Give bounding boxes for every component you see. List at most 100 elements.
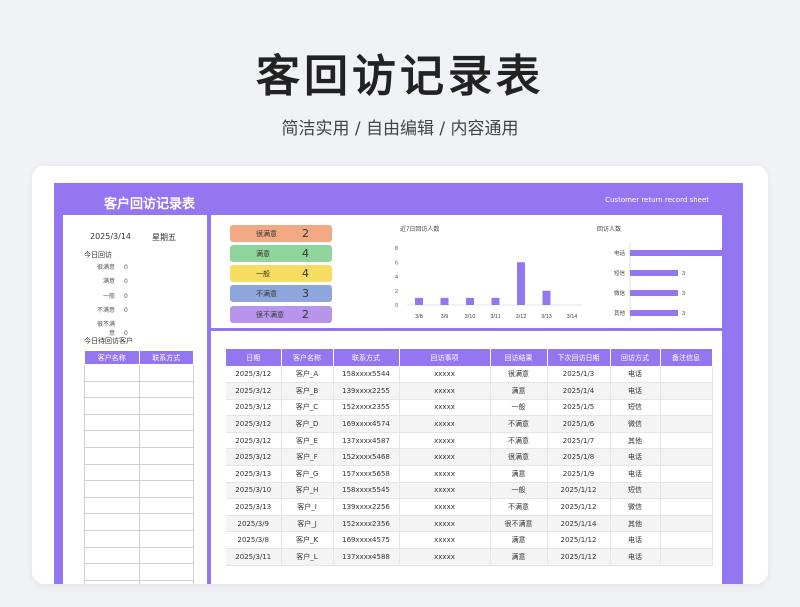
table-cell[interactable] (660, 432, 713, 450)
table-cell[interactable]: 139xxxx2256 (333, 498, 400, 516)
table-cell[interactable]: 2025/3/12 (226, 366, 282, 384)
pending-cell[interactable] (84, 413, 140, 432)
table-cell[interactable]: 客户_H (281, 482, 334, 500)
table-cell[interactable]: 2025/1/9 (547, 465, 611, 483)
table-cell[interactable]: 电话 (610, 465, 661, 483)
pending-cell[interactable] (84, 496, 140, 515)
table-cell[interactable] (660, 415, 713, 433)
table-cell[interactable]: 客户_A (281, 366, 334, 384)
table-cell[interactable]: 2025/1/6 (547, 415, 611, 433)
table-cell[interactable]: xxxxx (399, 448, 491, 467)
pending-row[interactable] (84, 397, 194, 415)
pending-cell[interactable] (138, 546, 194, 565)
pending-row[interactable] (84, 380, 194, 399)
pending-row[interactable] (84, 364, 194, 382)
table-cell[interactable]: 2025/1/8 (547, 448, 611, 467)
table-cell[interactable]: 152xxxx2355 (333, 399, 400, 417)
table-cell[interactable]: 客户_D (281, 415, 334, 433)
table-cell[interactable] (660, 498, 713, 516)
table-cell[interactable]: 很满意 (490, 448, 548, 467)
pending-cell[interactable] (138, 463, 194, 482)
table-cell[interactable]: 2025/3/12 (226, 432, 282, 450)
table-cell[interactable]: 2025/1/3 (547, 366, 611, 384)
pending-row[interactable] (84, 446, 194, 465)
table-row[interactable]: 2025/3/10 客户_H 158xxxx5545 xxxxx 一般 2025/1/12… (226, 482, 713, 500)
table-cell[interactable]: 2025/1/12 (547, 531, 611, 550)
pending-cell[interactable] (84, 529, 140, 548)
table-row[interactable]: 2025/3/12 客户_A 158xxxx5544 xxxxx 很满意 2025/1/3… (226, 366, 713, 384)
pending-cell[interactable] (138, 579, 194, 584)
pending-cell[interactable] (138, 413, 194, 432)
pending-cell[interactable] (138, 446, 194, 465)
table-cell[interactable]: 短信 (610, 482, 661, 500)
pending-row[interactable] (84, 480, 194, 498)
table-cell[interactable]: 2025/3/12 (226, 382, 282, 400)
table-cell[interactable]: 2025/3/11 (226, 548, 282, 566)
table-cell[interactable] (660, 515, 713, 533)
table-cell[interactable]: 2025/1/7 (547, 432, 611, 450)
table-cell[interactable]: 很满意 (490, 366, 548, 384)
table-cell[interactable]: xxxxx (399, 366, 491, 384)
pending-cell[interactable] (138, 480, 194, 498)
pending-cell[interactable] (138, 513, 194, 531)
pending-cell[interactable] (84, 463, 140, 482)
table-cell[interactable]: xxxxx (399, 498, 491, 516)
table-row[interactable]: 2025/3/8 客户_K 169xxxx4575 xxxxx 满意 2025/1/12 电… (226, 531, 713, 550)
table-cell[interactable]: 客户_B (281, 382, 334, 400)
table-row[interactable]: 2025/3/9 客户_J 152xxxx2356 xxxxx 很不满意 2025/1/1… (226, 515, 713, 533)
table-cell[interactable]: 152xxxx5468 (333, 448, 400, 467)
pending-cell[interactable] (138, 364, 194, 382)
table-cell[interactable]: xxxxx (399, 548, 491, 566)
column-header[interactable]: 回访事项 (399, 349, 491, 366)
table-cell[interactable]: 139xxxx2255 (333, 382, 400, 400)
pending-cell[interactable] (138, 496, 194, 515)
table-cell[interactable] (660, 382, 713, 400)
table-cell[interactable]: 客户_I (281, 498, 334, 516)
table-cell[interactable]: 客户_K (281, 531, 334, 550)
column-header[interactable]: 客户名称 (281, 349, 334, 366)
column-header[interactable]: 回访结果 (490, 349, 548, 366)
table-cell[interactable]: 满意 (490, 465, 548, 483)
table-cell[interactable]: 满意 (490, 531, 548, 550)
table-cell[interactable]: 客户_J (281, 515, 334, 533)
pending-row[interactable] (84, 413, 194, 432)
table-cell[interactable]: 2025/3/13 (226, 465, 282, 483)
pending-row[interactable] (84, 463, 194, 482)
table-cell[interactable]: 满意 (490, 548, 548, 566)
table-cell[interactable]: 169xxxx4575 (333, 531, 400, 550)
table-cell[interactable]: 2025/1/4 (547, 382, 611, 400)
pending-row[interactable] (84, 513, 194, 531)
table-cell[interactable]: 2025/3/12 (226, 448, 282, 467)
table-cell[interactable]: 2025/3/12 (226, 415, 282, 433)
table-row[interactable]: 2025/3/13 客户_G 157xxxx5658 xxxxx 满意 2025/1/9 电… (226, 465, 713, 483)
table-cell[interactable]: xxxxx (399, 382, 491, 400)
table-cell[interactable]: 其他 (610, 515, 661, 533)
table-row[interactable]: 2025/3/12 客户_D 169xxxx4574 xxxxx 不满意 2025/1/6… (226, 415, 713, 433)
table-cell[interactable]: 137xxxx4588 (333, 548, 400, 566)
pending-cell[interactable] (84, 480, 140, 498)
table-row[interactable]: 2025/3/13 客户_I 139xxxx2256 xxxxx 不满意 2025/1/1… (226, 498, 713, 516)
pending-cell[interactable] (84, 563, 140, 581)
pending-cell[interactable] (138, 380, 194, 399)
table-cell[interactable]: xxxxx (399, 515, 491, 533)
column-header[interactable]: 回访方式 (610, 349, 661, 366)
pending-cell[interactable] (84, 513, 140, 531)
table-cell[interactable]: 2025/3/8 (226, 531, 282, 550)
table-cell[interactable]: xxxxx (399, 415, 491, 433)
table-cell[interactable]: 2025/3/12 (226, 399, 282, 417)
column-header[interactable]: 日期 (226, 349, 282, 366)
table-cell[interactable] (660, 399, 713, 417)
table-cell[interactable] (660, 448, 713, 467)
table-cell[interactable]: 2025/3/9 (226, 515, 282, 533)
table-cell[interactable]: 短信 (610, 399, 661, 417)
table-cell[interactable]: 一般 (490, 399, 548, 417)
table-cell[interactable]: 不满意 (490, 415, 548, 433)
table-cell[interactable]: 不满意 (490, 498, 548, 516)
table-cell[interactable]: xxxxx (399, 432, 491, 450)
table-cell[interactable]: 2025/3/10 (226, 482, 282, 500)
table-cell[interactable] (660, 465, 713, 483)
table-cell[interactable]: 客户_F (281, 448, 334, 467)
table-cell[interactable]: 2025/1/12 (547, 548, 611, 566)
table-cell[interactable]: 客户_E (281, 432, 334, 450)
pending-cell[interactable] (138, 397, 194, 415)
